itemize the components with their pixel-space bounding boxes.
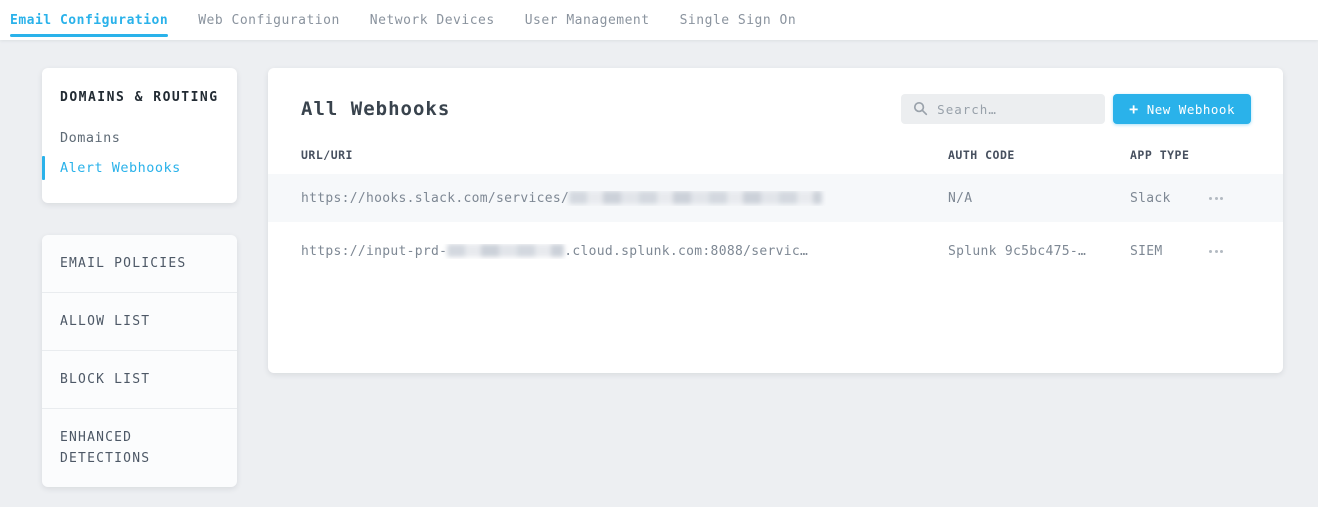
sidebar: DOMAINS & ROUTING Domains Alert Webhooks…: [42, 68, 237, 487]
panel-header: All Webhooks + New Webhook: [268, 68, 1283, 124]
search-box: [901, 94, 1105, 124]
webhook-url-text: .cloud.splunk.com:8088/servic…: [564, 244, 808, 259]
column-header-app-type: APP TYPE: [1130, 148, 1207, 162]
redacted-blur: [447, 244, 564, 257]
sidebar-sections-card: EMAIL POLICIES ALLOW LIST BLOCK LIST ENH…: [42, 235, 237, 487]
panel-controls: + New Webhook: [901, 94, 1251, 124]
sidebar-item-email-policies[interactable]: EMAIL POLICIES: [42, 235, 237, 293]
ellipsis-icon: [1209, 197, 1212, 200]
sidebar-item-allow-list[interactable]: ALLOW LIST: [42, 293, 237, 351]
ellipsis-icon: [1220, 197, 1223, 200]
sidebar-item-enhanced-detections[interactable]: ENHANCED DETECTIONS: [42, 409, 237, 487]
sidebar-section-header: DOMAINS & ROUTING: [60, 90, 219, 105]
sidebar-domains-routing-card: DOMAINS & ROUTING Domains Alert Webhooks: [42, 68, 237, 203]
webhook-app-type: Slack: [1130, 191, 1207, 206]
webhook-url-text: https://hooks.slack.com/services/: [301, 191, 569, 206]
column-header-url-uri: URL/URI: [301, 148, 948, 162]
webhook-url: https://hooks.slack.com/services/: [301, 191, 948, 206]
ellipsis-icon: [1215, 250, 1218, 253]
webhooks-panel: All Webhooks + New Webhook URL/URI AU: [268, 68, 1283, 373]
row-menu-button[interactable]: [1207, 244, 1231, 259]
page-title: All Webhooks: [301, 98, 450, 120]
ellipsis-icon: [1215, 197, 1218, 200]
tab-user-management[interactable]: User Management: [525, 0, 650, 40]
sidebar-item-label: BLOCK LIST: [60, 369, 210, 390]
plus-icon: +: [1129, 102, 1139, 117]
webhook-url-text: https://input-prd-: [301, 244, 447, 259]
webhook-app-type: SIEM: [1130, 244, 1207, 259]
search-input[interactable]: [901, 94, 1105, 124]
tab-single-sign-on[interactable]: Single Sign On: [680, 0, 797, 40]
sidebar-item-label: ALLOW LIST: [60, 311, 210, 332]
new-webhook-button-label: New Webhook: [1147, 102, 1235, 117]
redacted-blur: [569, 191, 822, 204]
table-row[interactable]: https://hooks.slack.com/services/ N/A Sl…: [268, 174, 1283, 222]
ellipsis-icon: [1220, 250, 1223, 253]
tab-network-devices[interactable]: Network Devices: [370, 0, 495, 40]
webhook-auth-code: Splunk 9c5bc475-…: [948, 244, 1130, 259]
sidebar-item-label: EMAIL POLICIES: [60, 253, 210, 274]
new-webhook-button[interactable]: + New Webhook: [1113, 94, 1251, 124]
sidebar-item-label: ENHANCED DETECTIONS: [60, 427, 210, 469]
sidebar-item-block-list[interactable]: BLOCK LIST: [42, 351, 237, 409]
sidebar-item-alert-webhooks[interactable]: Alert Webhooks: [60, 153, 219, 183]
table-header-row: URL/URI AUTH CODE APP TYPE: [268, 148, 1283, 174]
table-row[interactable]: https://input-prd- .cloud.splunk.com:8088…: [268, 222, 1283, 280]
page-content: DOMAINS & ROUTING Domains Alert Webhooks…: [0, 40, 1318, 487]
tab-email-configuration[interactable]: Email Configuration: [10, 0, 168, 40]
row-menu-button[interactable]: [1207, 191, 1231, 206]
webhook-auth-code: N/A: [948, 191, 1130, 206]
column-header-auth-code: AUTH CODE: [948, 148, 1130, 162]
tab-web-configuration[interactable]: Web Configuration: [198, 0, 340, 40]
webhook-url: https://input-prd- .cloud.splunk.com:8088…: [301, 244, 948, 259]
ellipsis-icon: [1209, 250, 1212, 253]
top-navigation: Email Configuration Web Configuration Ne…: [0, 0, 1318, 40]
sidebar-item-domains[interactable]: Domains: [60, 123, 219, 153]
webhooks-table: URL/URI AUTH CODE APP TYPE https://hooks…: [268, 148, 1283, 280]
